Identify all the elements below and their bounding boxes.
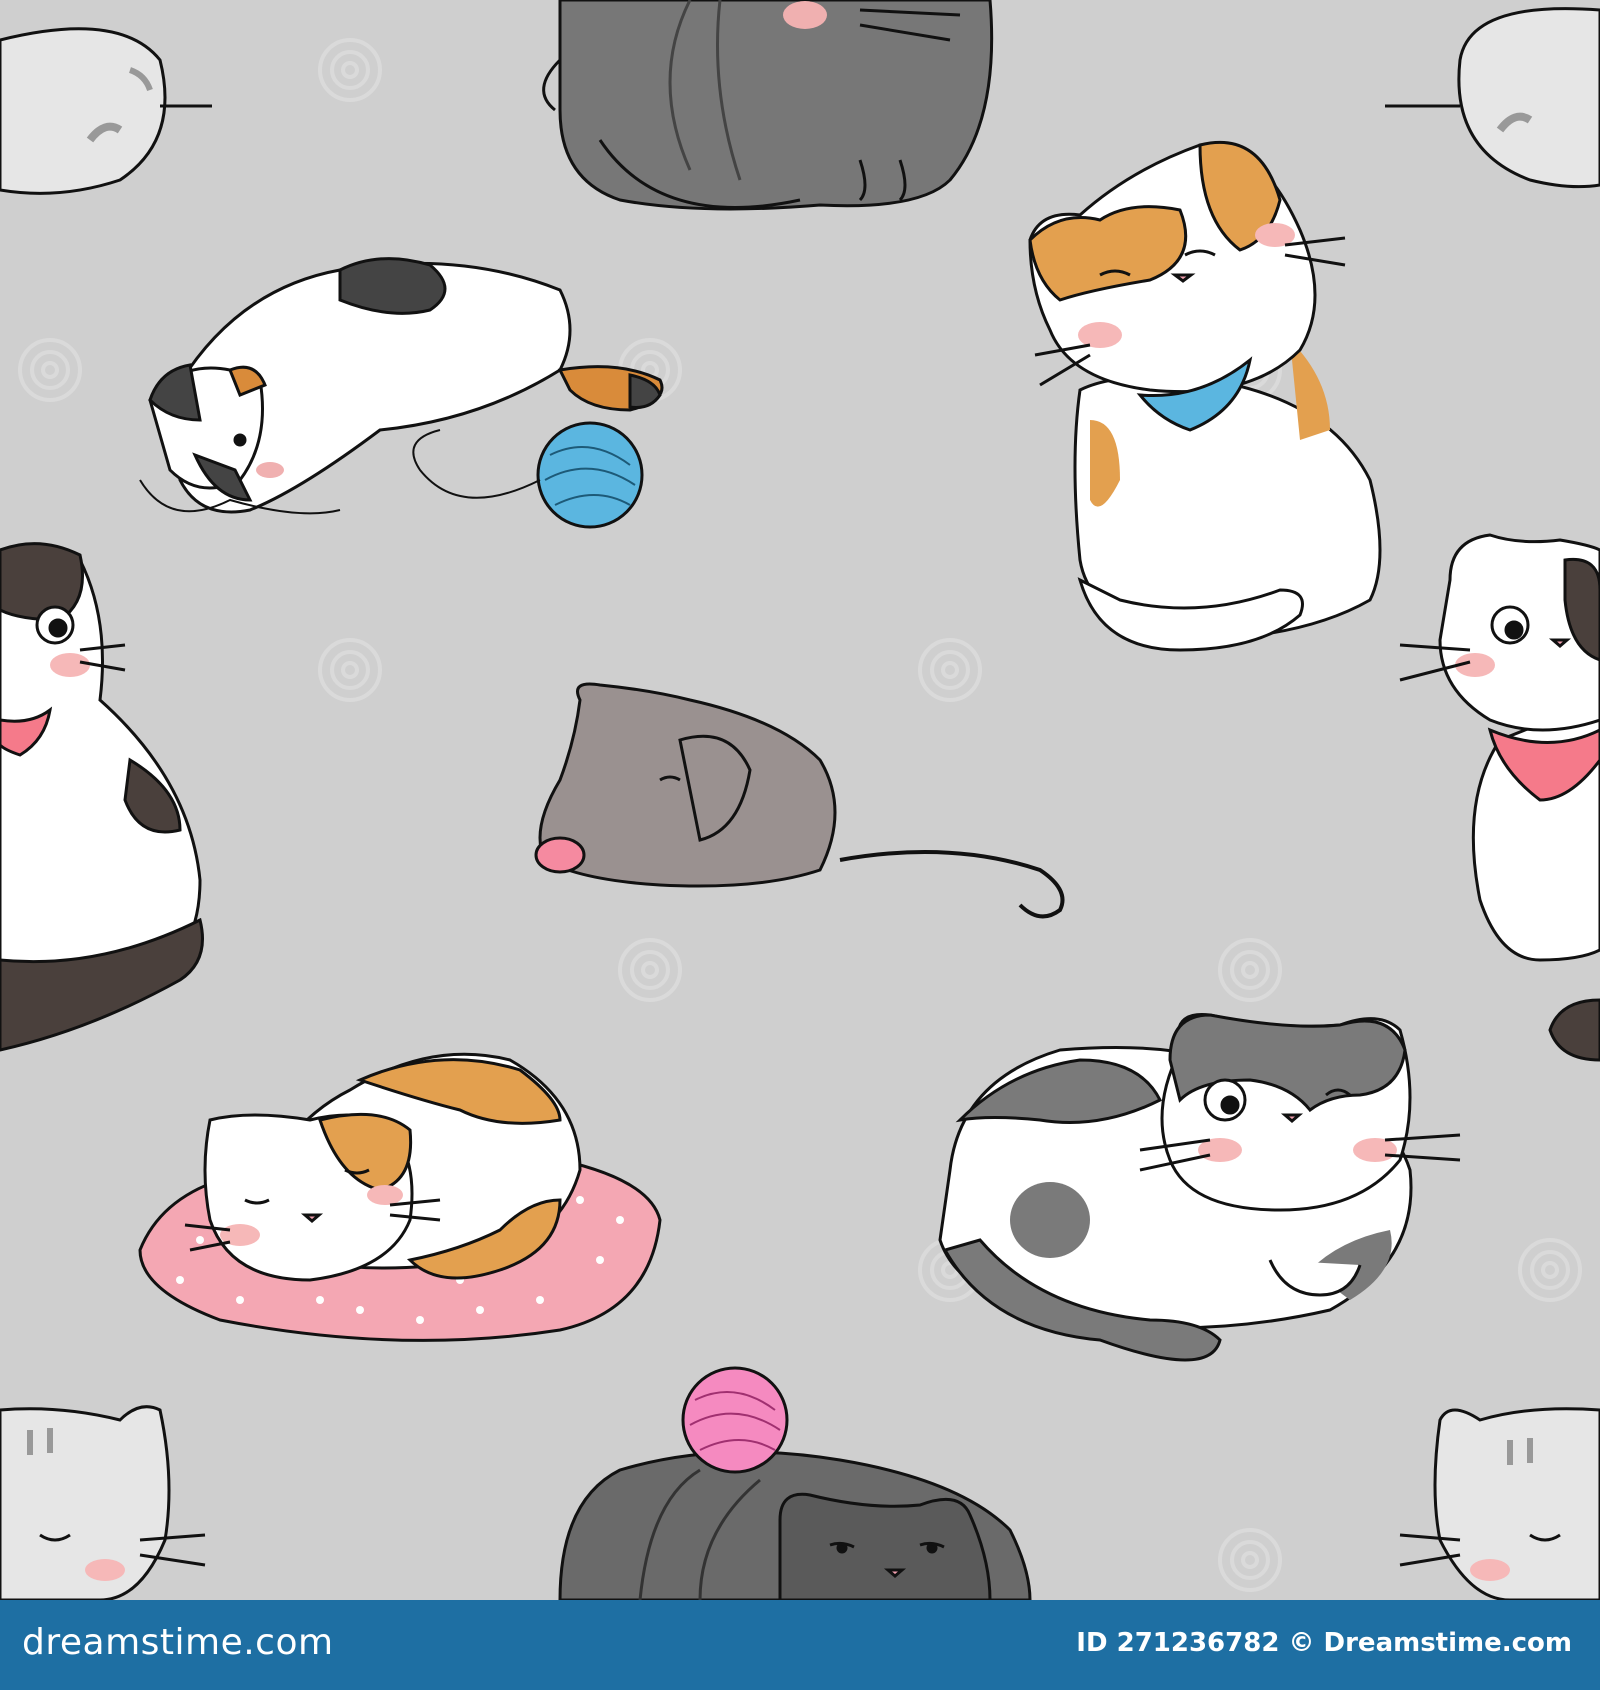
- gray-cat-tangled-in-yarn: [542, 0, 994, 211]
- footer-bar: dreamstime.com ID 271236782 © Dreamstime…: [0, 1600, 1600, 1690]
- image-canvas: dreamstime.com ID 271236782 © Dreamstime…: [0, 0, 1600, 1690]
- footer-site-name: dreamstime.com: [22, 1622, 334, 1663]
- cat-pattern-illustration: [0, 0, 1600, 1600]
- footer-image-id: ID 271236782 © Dreamstime.com: [1076, 1628, 1572, 1658]
